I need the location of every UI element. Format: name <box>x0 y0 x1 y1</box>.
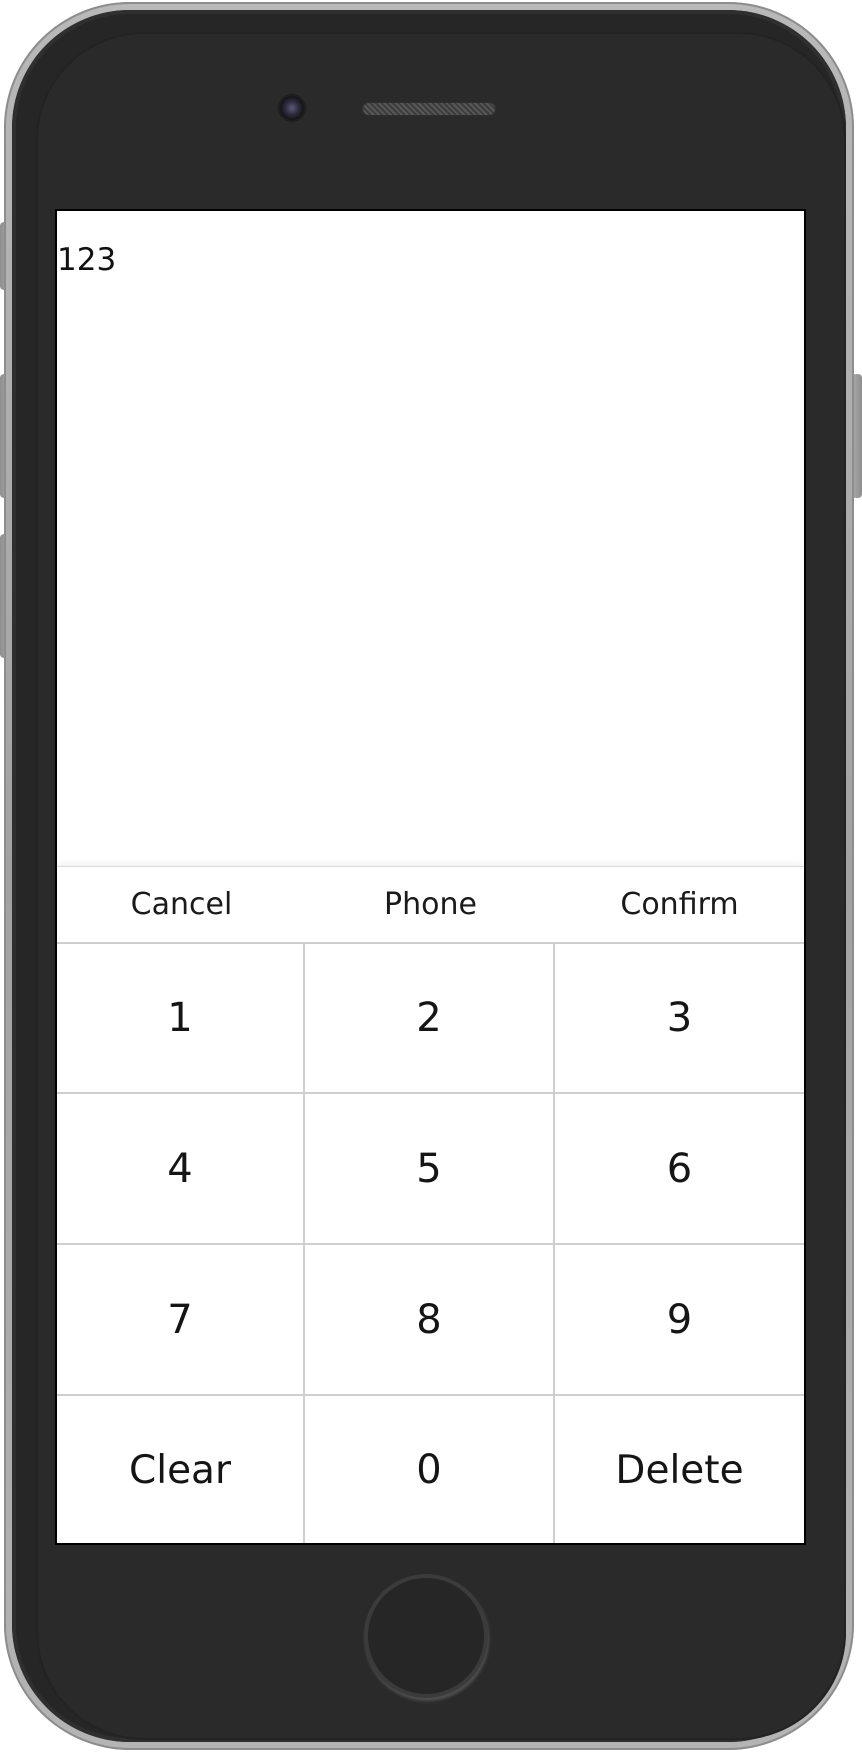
camera-icon <box>280 96 304 120</box>
screen: 123 Cancel Phone Confirm 1 2 3 4 5 6 7 8… <box>55 209 806 1545</box>
clear-button[interactable]: Clear <box>57 1396 305 1543</box>
key-6[interactable]: 6 <box>555 1094 804 1245</box>
key-4[interactable]: 4 <box>57 1094 305 1245</box>
keyboard-mode-label: Phone <box>384 887 477 922</box>
confirm-button[interactable]: Confirm <box>555 887 804 922</box>
delete-button[interactable]: Delete <box>555 1396 804 1543</box>
key-0[interactable]: 0 <box>305 1396 555 1543</box>
cancel-button[interactable]: Cancel <box>57 887 306 922</box>
key-9[interactable]: 9 <box>555 1245 804 1396</box>
key-1[interactable]: 1 <box>57 944 305 1094</box>
key-5[interactable]: 5 <box>305 1094 555 1245</box>
page: 123 Cancel Phone Confirm 1 2 3 4 5 6 7 8… <box>0 0 862 1754</box>
key-3[interactable]: 3 <box>555 944 804 1094</box>
phone-number-display: 123 <box>57 242 117 278</box>
key-2[interactable]: 2 <box>305 944 555 1094</box>
home-button-icon[interactable] <box>364 1574 488 1698</box>
key-7[interactable]: 7 <box>57 1245 305 1396</box>
phone-keyboard: Cancel Phone Confirm 1 2 3 4 5 6 7 8 9 C… <box>57 866 804 1543</box>
key-8[interactable]: 8 <box>305 1245 555 1396</box>
keyboard-header: Cancel Phone Confirm <box>57 867 804 944</box>
speaker-grille-icon <box>362 102 496 116</box>
keypad-grid: 1 2 3 4 5 6 7 8 9 Clear 0 Delete <box>57 944 804 1543</box>
